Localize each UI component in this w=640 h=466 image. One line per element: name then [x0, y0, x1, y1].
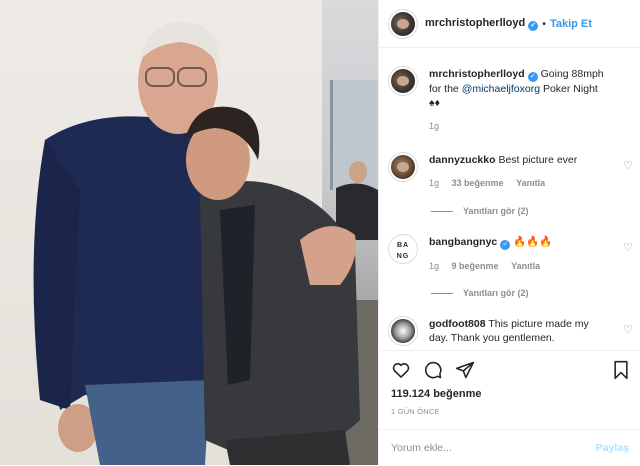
view-replies-label: Yanıtları gör (2)	[463, 206, 529, 216]
caption-text: mrchristopherlloyd ✓ Going 88mph for the …	[429, 67, 609, 133]
post-photo[interactable]	[0, 0, 378, 465]
caption-username[interactable]: mrchristopherlloyd	[429, 68, 525, 80]
comment-input[interactable]	[391, 442, 596, 454]
follow-button[interactable]: Takip Et	[550, 18, 592, 30]
caption-suits: ♠♦	[429, 97, 440, 109]
comment-body: 🔥🔥🔥	[513, 236, 553, 248]
caption-mention[interactable]: @michaeljfoxorg	[462, 83, 540, 95]
comment-like-heart-icon[interactable]: ♡	[623, 159, 633, 172]
comment-like-heart-icon[interactable]: ♡	[623, 323, 633, 336]
comment-icon[interactable]	[423, 360, 443, 380]
verified-icon: ✓	[527, 72, 538, 82]
photo-people-illustration	[33, 21, 378, 465]
post-date[interactable]: 1 GÜN ÖNCE	[391, 407, 440, 416]
comment-username[interactable]: godfoot808	[429, 318, 486, 330]
comment-row: dannyzuckko Best picture ever 1g 33 beğe…	[389, 153, 634, 190]
caption-avatar[interactable]	[389, 67, 417, 95]
add-comment-bar: Paylaş	[379, 429, 640, 466]
view-replies-button[interactable]: Yanıtları gör (2)	[431, 206, 529, 216]
replies-line	[431, 210, 453, 212]
comment-row: godfoot808 This picture made my day. Tha…	[389, 317, 634, 345]
comment-meta: 1g 33 beğenme Yanıtla	[429, 176, 609, 190]
comment-time[interactable]: 1g	[429, 178, 439, 188]
comment-text: bangbangnyc ✓ 🔥🔥🔥 1g 9 beğenme Yanıtla	[429, 235, 609, 273]
comment-meta: 1g 9 beğenme Yanıtla	[429, 259, 609, 273]
comment-avatar[interactable]	[389, 153, 417, 181]
author-username[interactable]: mrchristopherlloyd ✓	[425, 17, 539, 31]
post-header: mrchristopherlloyd ✓ • Takip Et	[379, 0, 640, 48]
like-count[interactable]: 119.124 beğenme	[391, 388, 482, 400]
caption-row: mrchristopherlloyd ✓ Going 88mph for the …	[389, 67, 634, 133]
reply-button[interactable]: Yanıtla	[511, 261, 540, 271]
comment-time[interactable]: 1g	[429, 261, 439, 271]
action-icons	[391, 360, 475, 380]
caption-body-end: Poker Night	[540, 83, 598, 95]
verified-icon: ✓	[500, 240, 511, 250]
replies-line	[431, 292, 453, 294]
comment-avatar[interactable]	[389, 317, 417, 345]
post-comment-button[interactable]: Paylaş	[596, 442, 629, 454]
comments-list[interactable]: mrchristopherlloyd ✓ Going 88mph for the …	[379, 49, 640, 349]
instagram-post-modal: mrchristopherlloyd ✓ • Takip Et mrchristo…	[0, 0, 640, 465]
view-replies-label: Yanıtları gör (2)	[463, 288, 529, 298]
header-separator: •	[542, 17, 546, 30]
comment-likes[interactable]: 9 beğenme	[452, 261, 499, 271]
caption-time[interactable]: 1g	[429, 121, 439, 131]
caption-meta: 1g	[429, 119, 609, 133]
author-avatar[interactable]	[389, 9, 417, 38]
post-side-panel: mrchristopherlloyd ✓ • Takip Et mrchristo…	[378, 0, 640, 465]
comment-username[interactable]: dannyzuckko	[429, 154, 496, 166]
comment-body: Best picture ever	[498, 154, 578, 166]
reply-button[interactable]: Yanıtla	[516, 178, 545, 188]
verified-icon: ✓	[528, 20, 539, 31]
comment-row: BA NG bangbangnyc ✓ 🔥🔥🔥 1g 9 beğenme Yanı…	[389, 235, 634, 273]
comment-username[interactable]: bangbangnyc	[429, 236, 497, 248]
heart-icon[interactable]	[391, 360, 411, 380]
comment-like-heart-icon[interactable]: ♡	[623, 241, 633, 254]
post-actions: 119.124 beğenme 1 GÜN ÖNCE Paylaş	[379, 350, 640, 465]
comment-likes[interactable]: 33 beğenme	[452, 178, 504, 188]
share-icon[interactable]	[455, 360, 475, 380]
comment-text: godfoot808 This picture made my day. Tha…	[429, 317, 609, 345]
comment-text: dannyzuckko Best picture ever 1g 33 beğe…	[429, 153, 609, 190]
bookmark-icon[interactable]	[611, 360, 631, 380]
comment-avatar[interactable]: BA NG	[389, 235, 417, 263]
view-replies-button[interactable]: Yanıtları gör (2)	[431, 288, 529, 298]
